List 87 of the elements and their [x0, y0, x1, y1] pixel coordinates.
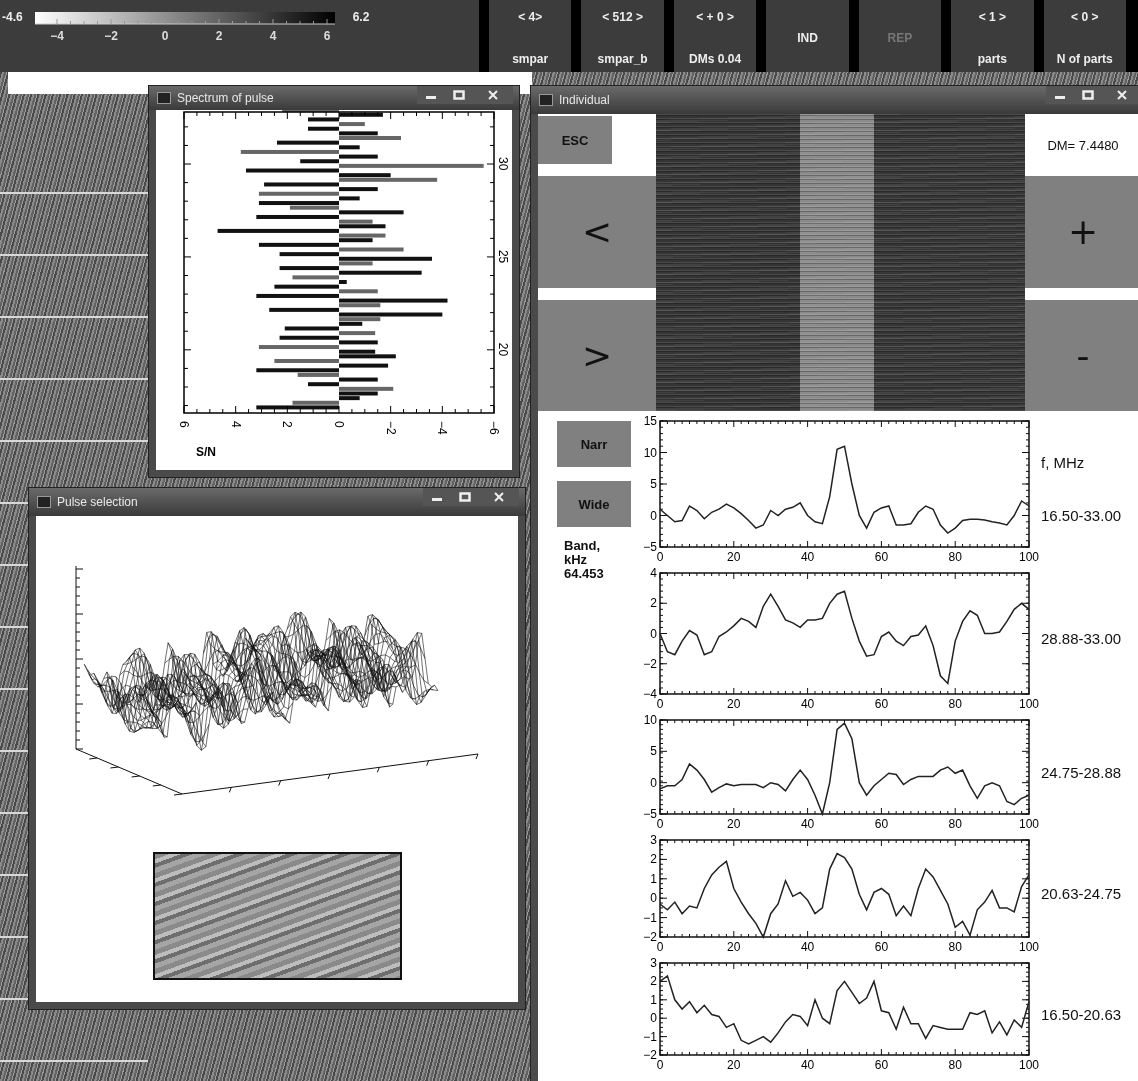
tick-label: 0 — [332, 421, 346, 428]
tick-label: 0 — [650, 891, 657, 906]
tick-label: 20 — [727, 550, 741, 564]
tick-label: −1 — [643, 910, 657, 925]
tick-label: 60 — [874, 940, 889, 954]
tick-label: 60 — [874, 697, 889, 711]
tick-label: 0 — [650, 508, 657, 523]
tick-label: 0 — [656, 697, 664, 711]
tick-label: 2 — [215, 29, 223, 43]
tick-label: 100 — [1019, 697, 1039, 711]
axis-label: f, MHz — [1041, 454, 1086, 471]
tick-label: 6 — [323, 29, 331, 43]
tick-label: 4 — [269, 29, 277, 43]
window-title: Pulse selection — [57, 495, 139, 509]
tick-label: 10 — [643, 445, 657, 460]
tick-label: 20 — [727, 697, 741, 711]
tick-label: 20 — [727, 817, 741, 831]
tick-label: 40 — [800, 1058, 815, 1072]
tick-label: −4 — [435, 421, 450, 435]
colorbar-max-label: 6.2 — [352, 10, 370, 24]
tick-label: 80 — [948, 1058, 962, 1072]
tick-label: 6 — [177, 421, 191, 428]
tick-label: −4 — [49, 29, 64, 43]
tick-label: 5 — [650, 477, 657, 491]
tick-label: −6 — [487, 421, 501, 435]
tick-label: 2 — [650, 596, 657, 611]
tick-label: 0 — [656, 940, 664, 954]
axis-label: S/N — [196, 445, 216, 459]
colorbar-min-label: -4.6 — [2, 10, 23, 24]
tick-label: 80 — [948, 940, 962, 954]
band-range-label: 20.63-24.75 — [1041, 885, 1122, 902]
band-range-label: 24.75-28.88 — [1041, 763, 1122, 781]
tick-label: 2 — [650, 852, 657, 867]
tick-label: 100 — [1019, 940, 1039, 954]
band-range-label: 16.50-20.63 — [1041, 1005, 1122, 1023]
tick-label: 40 — [800, 940, 815, 954]
toolbar-button: REP — [858, 0, 942, 72]
dm-readout: DM= 7.4480 — [1047, 137, 1119, 153]
tick-label: 30 — [496, 157, 510, 171]
tick-label: 100 — [1019, 817, 1039, 831]
tick-label: 2 — [650, 974, 657, 989]
tick-label: 80 — [948, 817, 962, 831]
tick-label: 20 — [496, 342, 510, 357]
tick-label: 5 — [650, 744, 657, 759]
tick-label: 15 — [643, 414, 657, 428]
tick-label: 100 — [1019, 550, 1039, 564]
band-info: Band, kHz 64.453 — [564, 539, 604, 581]
tick-label: 80 — [948, 697, 962, 711]
tick-label: 100 — [1019, 1058, 1039, 1072]
tick-label: 40 — [800, 817, 815, 831]
tick-label: −2 — [103, 29, 118, 43]
tick-label: 40 — [800, 697, 815, 711]
tick-label: 60 — [874, 817, 889, 831]
tick-label: 4 — [650, 566, 657, 580]
tick-label: 40 — [800, 550, 815, 564]
tick-label: 20 — [727, 1058, 741, 1072]
tick-label: 1 — [650, 871, 657, 886]
band-range-label: 16.50-33.00 — [1041, 507, 1122, 524]
tick-label: −4 — [643, 687, 657, 701]
band-range-label: 28.88-33.00 — [1041, 630, 1122, 647]
tick-label: 60 — [874, 1058, 889, 1072]
window-title: Spectrum of pulse — [177, 91, 275, 105]
tick-label: 0 — [650, 775, 657, 790]
tick-label: −2 — [643, 1048, 657, 1062]
tick-label: −2 — [643, 930, 657, 944]
tick-label: 60 — [874, 550, 889, 564]
tick-label: 0 — [161, 29, 169, 43]
tick-label: 25 — [496, 249, 510, 264]
tick-label: −1 — [643, 1029, 657, 1044]
tick-label: 2 — [280, 421, 295, 428]
tick-label: −2 — [383, 421, 398, 435]
tick-label: 20 — [727, 940, 741, 954]
tick-label: 0 — [656, 550, 664, 564]
tick-label: 0 — [650, 626, 657, 641]
tick-label: 80 — [948, 550, 962, 564]
tick-label: 4 — [228, 421, 243, 428]
tick-label: 3 — [650, 956, 657, 970]
tick-label: −5 — [643, 807, 657, 821]
tick-label: 0 — [656, 1058, 664, 1072]
tick-label: 3 — [650, 833, 657, 847]
tick-label: −2 — [643, 656, 657, 671]
tick-label: 0 — [650, 1011, 657, 1026]
window-title: Individual — [559, 93, 611, 107]
tick-label: 10 — [643, 713, 657, 727]
tick-label: 0 — [656, 817, 664, 831]
tick-label: 1 — [650, 992, 657, 1007]
tick-label: −5 — [643, 540, 657, 554]
